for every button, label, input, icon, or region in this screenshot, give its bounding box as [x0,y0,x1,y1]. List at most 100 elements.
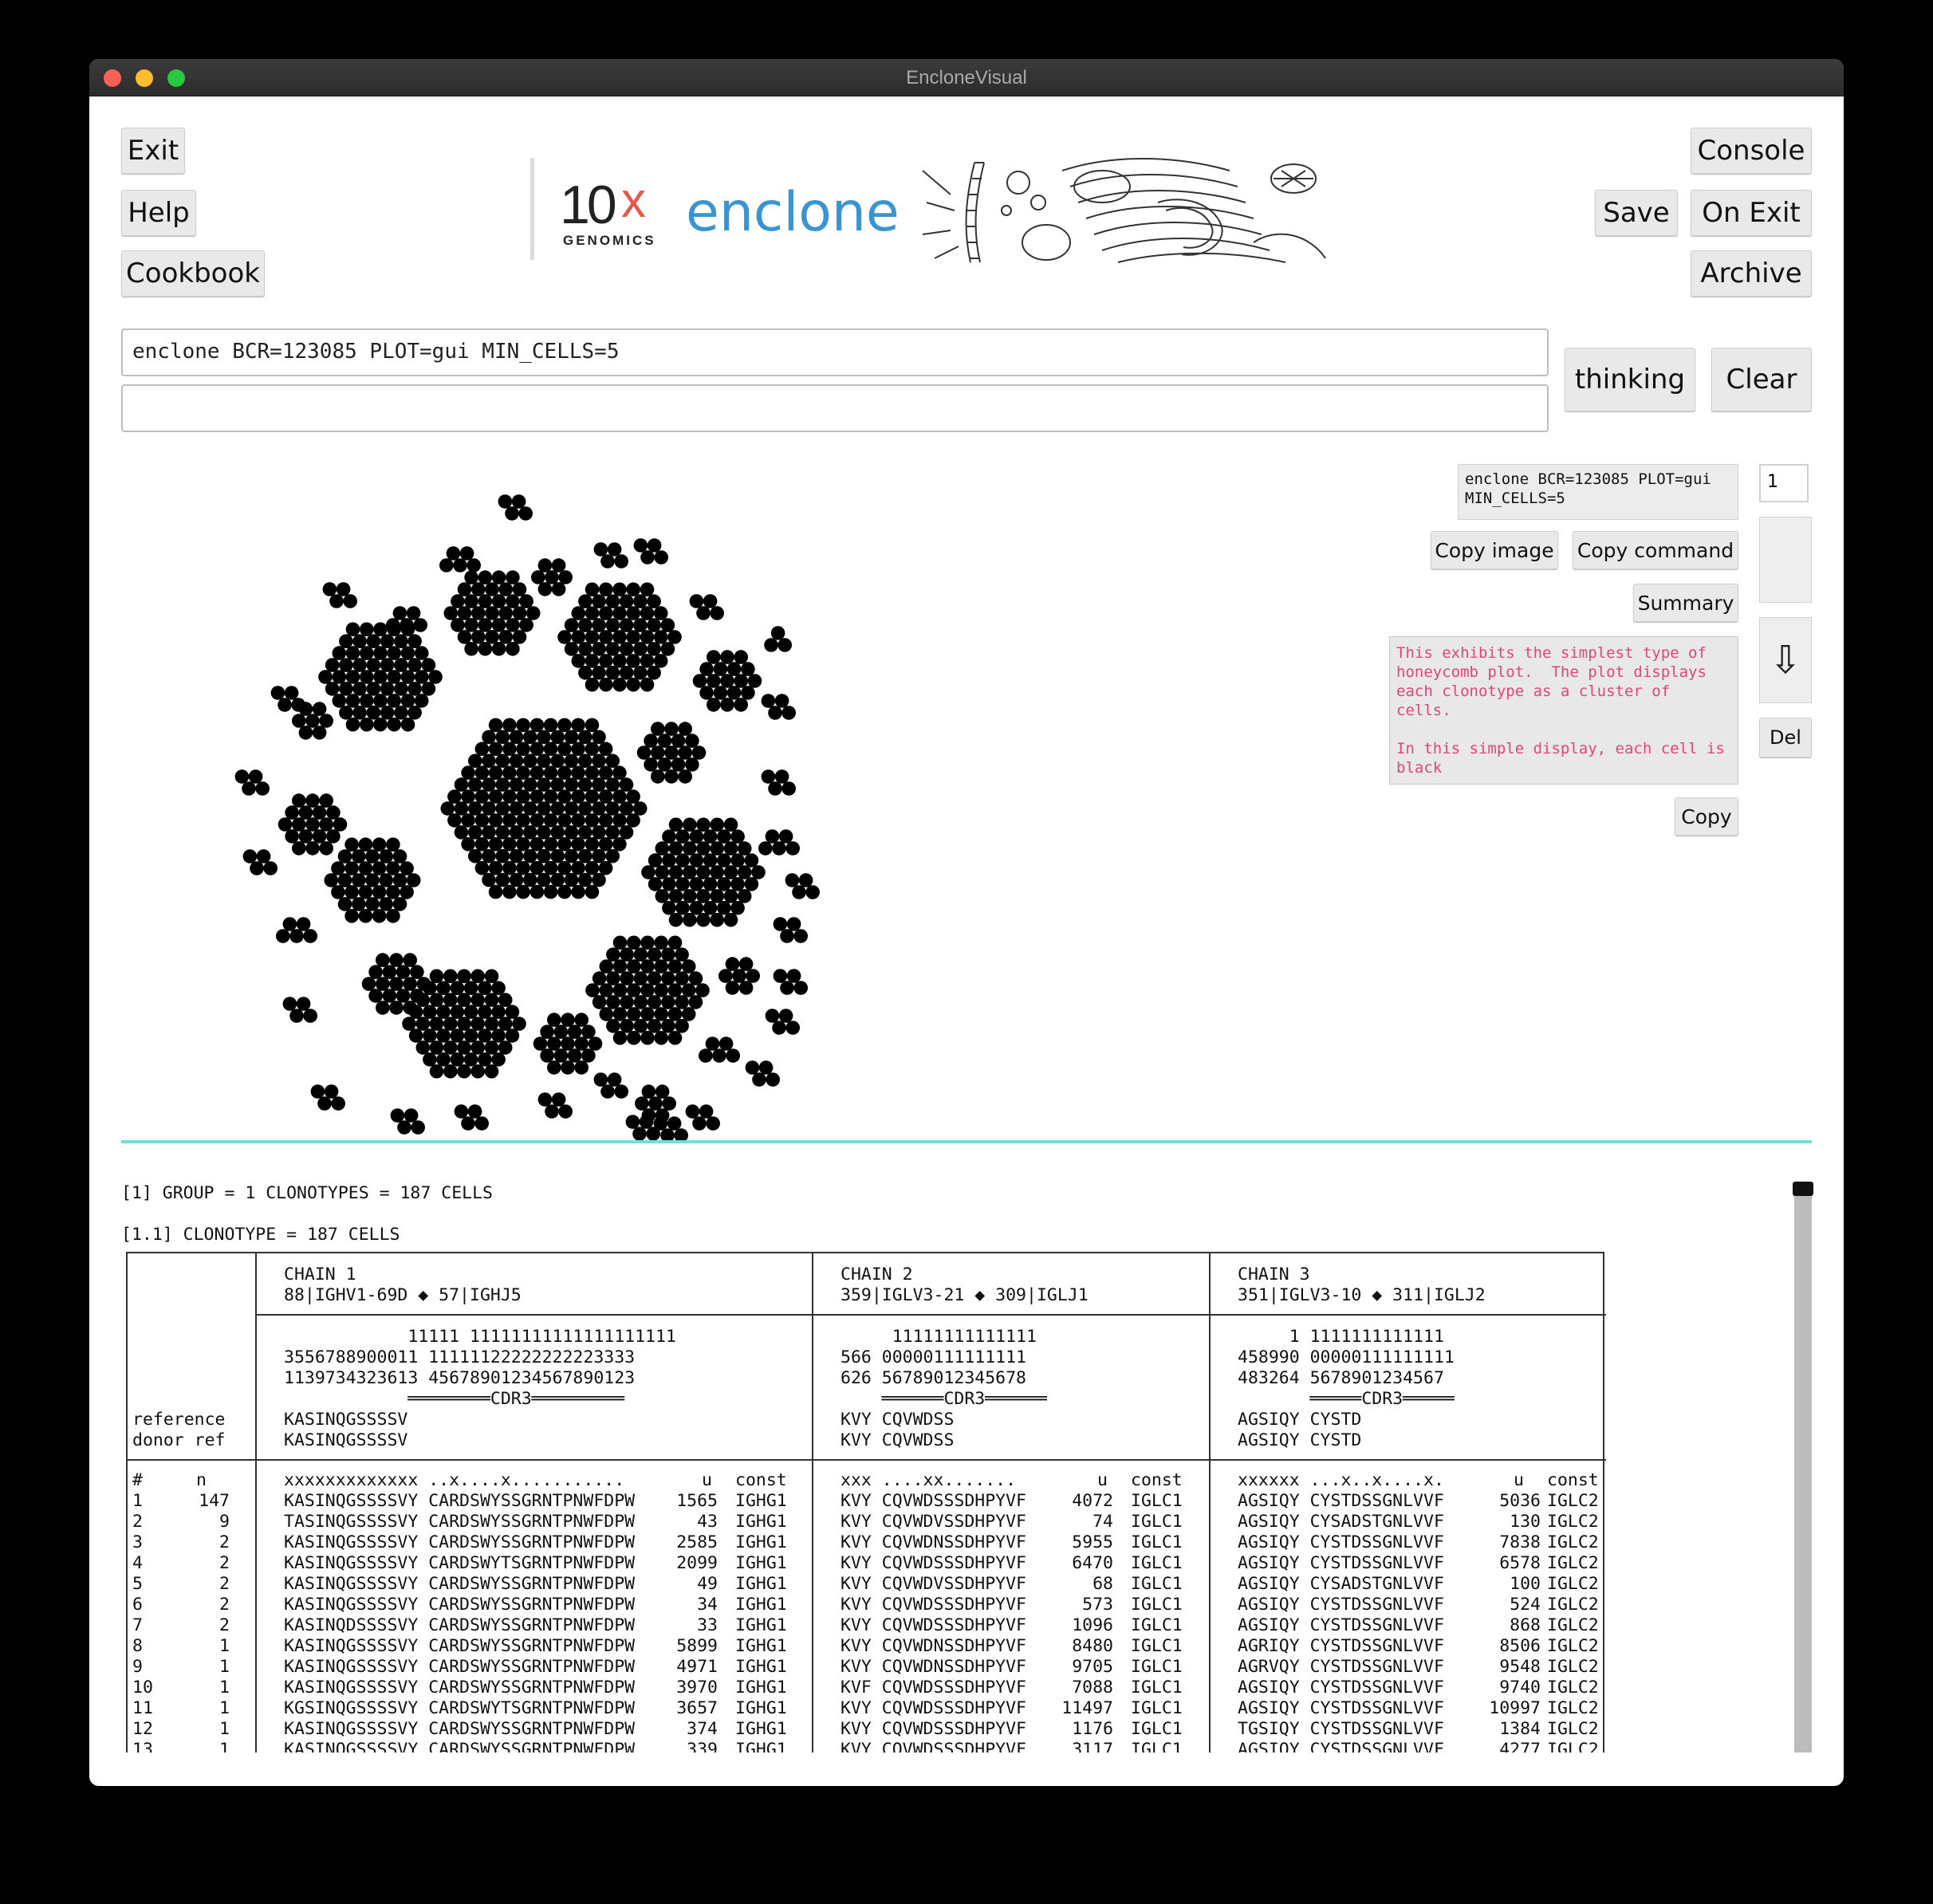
exit-button[interactable]: Exit [121,128,185,174]
cell-dot [675,901,690,915]
on-exit-button[interactable]: On Exit [1691,190,1812,236]
cell-dot [689,877,704,891]
cell-dot [523,730,537,745]
secondary-input[interactable] [121,384,1549,432]
chain-1-title: CHAIN 1 [284,1265,356,1284]
chain-2-column-header: xxx ....xx....... [841,1470,1017,1490]
clonotype-cluster-5[interactable] [641,817,766,927]
clonotype-cluster-20[interactable] [593,542,628,568]
console-button[interactable]: Console [1691,128,1812,174]
clonotype-cluster-43[interactable] [390,1108,425,1135]
save-button[interactable]: Save [1595,190,1678,236]
clonotype-cluster-35[interactable] [282,997,317,1023]
clonotype-cluster-45[interactable] [685,1104,720,1131]
clonotype-cluster-22[interactable] [322,582,357,608]
clonotype-cluster-34[interactable] [773,917,808,943]
thinking-button[interactable]: thinking [1565,348,1695,411]
clonotype-cluster-42[interactable] [454,1104,489,1131]
clear-button[interactable]: Clear [1711,348,1812,411]
clonotype-cluster-29[interactable] [761,769,796,796]
command-input[interactable]: enclone BCR=123085 PLOT=gui MIN_CELLS=5 [121,328,1549,376]
clonotype-cluster-31[interactable] [758,829,800,856]
cell-dot [785,873,800,887]
clonotype-cluster-21[interactable] [633,538,668,565]
clonotype-cluster-12[interactable] [692,650,762,712]
cell-dot [633,594,648,608]
copy-button[interactable]: Copy [1675,797,1738,836]
clonotype-cluster-38[interactable] [745,1060,780,1087]
cell-dot [305,714,320,728]
clonotype-cluster-9[interactable] [636,722,707,784]
scrollbar-track[interactable] [1794,1183,1812,1753]
clonotype-cluster-30[interactable] [242,849,278,875]
cell-dot [333,817,348,832]
scrollbar-thumb[interactable] [1793,1182,1813,1196]
cell-dot [585,654,600,668]
cell-dot [612,606,627,620]
history-up-button[interactable] [1759,517,1812,603]
copy-image-button[interactable]: Copy image [1431,531,1558,569]
cell-dot [557,860,572,875]
clonotype-cluster-46[interactable] [625,1115,660,1141]
clonotype-cluster-26[interactable] [270,686,305,712]
cell-dot [345,622,360,637]
cell-dot [640,983,655,997]
clonotype-cluster-4[interactable] [324,837,421,923]
cell-dot [592,594,606,608]
cell-dot [725,957,740,971]
clonotype-cluster-16[interactable] [718,957,760,995]
clonotype-cluster-37[interactable] [765,1009,800,1035]
row-12-k3: IGLC2 [1547,1719,1599,1739]
clonotype-cluster-14[interactable] [531,558,573,596]
honeycomb-plot[interactable] [209,474,863,1159]
delete-button[interactable]: Del [1759,718,1812,757]
clonotype-cluster-44[interactable] [310,1084,345,1111]
archive-button[interactable]: Archive [1691,250,1812,297]
clonotype-cluster-36[interactable] [773,969,808,995]
row-11-u1: 3657 [676,1698,718,1718]
clonotype-cluster-13[interactable] [278,793,348,856]
cell-dot [429,1041,444,1055]
cookbook-button[interactable]: Cookbook [121,250,265,297]
clonotype-cluster-25[interactable] [764,626,792,652]
cell-dot [667,1030,683,1045]
cell-dot [345,717,360,732]
clonotype-cluster-1[interactable] [440,718,648,899]
clonotype-cluster-40[interactable] [593,1072,628,1099]
cell-dot [547,1013,561,1027]
cell-dot [685,1104,700,1119]
cell-dot [537,872,551,887]
cell-dot [772,841,786,856]
clonotype-cluster-18[interactable] [498,494,533,521]
copy-command-button[interactable]: Copy command [1573,531,1738,569]
clonotype-cluster-2[interactable] [318,622,443,732]
row-3-idx: 3 [132,1532,143,1552]
clonotype-cluster-15[interactable] [635,1084,676,1123]
clonotype-cluster-33[interactable] [276,917,317,943]
clonotype-cluster-27[interactable] [761,694,796,720]
clonotype-cluster-3[interactable] [557,582,682,692]
history-down-button[interactable]: ⇩ [1759,617,1812,703]
clonotype-cluster-8[interactable] [443,570,541,656]
clonotype-cluster-39[interactable] [699,1037,740,1063]
cell-dot [488,860,503,875]
row-1-k1: IGHG1 [735,1491,787,1511]
cell-dot [332,694,347,708]
cell-dot [361,977,376,991]
summary-button[interactable]: Summary [1633,584,1738,622]
cell-dot [373,717,388,732]
cell-dot [577,777,592,792]
clonotype-cluster-47[interactable] [653,1116,688,1143]
clonotype-cluster-7[interactable] [585,935,710,1045]
clonotype-cluster-28[interactable] [234,769,270,796]
clonotype-cluster-24[interactable] [689,594,724,620]
cell-dot [392,897,407,911]
cell-dot [248,769,263,784]
clonotype-cluster-41[interactable] [537,1092,573,1119]
clonotype-cluster-19[interactable] [439,546,481,572]
row-4-k3: IGLC2 [1547,1553,1599,1573]
clonotype-cluster-10[interactable] [533,1013,603,1075]
clonotype-cluster-32[interactable] [785,873,820,899]
help-button[interactable]: Help [121,190,196,236]
clonotype-cluster-23[interactable] [386,606,427,632]
